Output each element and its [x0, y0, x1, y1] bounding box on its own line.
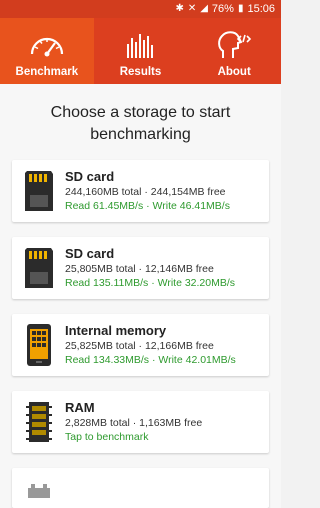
tab-benchmark[interactable]: Benchmark: [0, 18, 94, 84]
storage-card-partial[interactable]: [12, 468, 269, 508]
tab-about-label: About: [217, 66, 251, 78]
speedometer-icon: [30, 37, 63, 57]
sd-card-icon: [25, 248, 53, 288]
status-bar: ✱ ✕ ◢ 76% ▮ 15:06: [0, 0, 281, 18]
bar-chart-icon: [126, 34, 153, 58]
storage-capacity: 2,828MB total · 1,163MB free: [65, 417, 203, 429]
storage-speed: Read 61.45MB/s · Write 46.41MB/s: [65, 200, 230, 212]
bluetooth-icon: ✱: [175, 3, 184, 14]
storage-card-sd-card-2[interactable]: SD card 25,805MB total · 12,146MB free R…: [12, 237, 269, 299]
clock: 15:06: [247, 3, 275, 15]
page-title: Choose a storage to start benchmarking: [0, 84, 281, 160]
storage-speed: Read 134.33MB/s · Write 42.01MB/s: [65, 354, 236, 366]
storage-title: SD card: [65, 246, 115, 261]
storage-title: SD card: [65, 169, 115, 184]
mute-icon: ✕: [187, 3, 197, 14]
gear-icon: [28, 484, 50, 498]
storage-title: RAM: [65, 400, 95, 415]
storage-capacity: 25,825MB total · 12,166MB free: [65, 340, 214, 352]
tab-benchmark-label: Benchmark: [15, 66, 79, 78]
storage-capacity: 25,805MB total · 12,146MB free: [65, 263, 214, 275]
storage-card-ram[interactable]: RAM 2,828MB total · 1,163MB free Tap to …: [12, 391, 269, 453]
signal-icon: ◢: [200, 3, 208, 14]
storage-list: SD card 244,160MB total · 244,154MB free…: [0, 160, 281, 508]
tab-results[interactable]: Results: [94, 18, 188, 84]
storage-title: Internal memory: [65, 323, 167, 338]
battery-level: 76%: [211, 3, 234, 15]
storage-card-sd-card-1[interactable]: SD card 244,160MB total · 244,154MB free…: [12, 160, 269, 222]
tab-bar: Benchmark Results About: [0, 18, 281, 84]
ram-chip-icon: [26, 402, 52, 442]
storage-card-internal-memory[interactable]: Internal memory 25,825MB total · 12,166M…: [12, 314, 269, 376]
head-code-icon: [218, 31, 252, 58]
storage-speed: Tap to benchmark: [65, 431, 149, 443]
tab-about[interactable]: About: [187, 18, 281, 84]
battery-icon: ▮: [237, 3, 244, 14]
phone-memory-icon: [27, 324, 51, 366]
sd-card-icon: [25, 171, 53, 211]
storage-capacity: 244,160MB total · 244,154MB free: [65, 186, 226, 198]
storage-speed: Read 135.11MB/s · Write 32.20MB/s: [65, 277, 236, 289]
tab-results-label: Results: [119, 66, 162, 78]
